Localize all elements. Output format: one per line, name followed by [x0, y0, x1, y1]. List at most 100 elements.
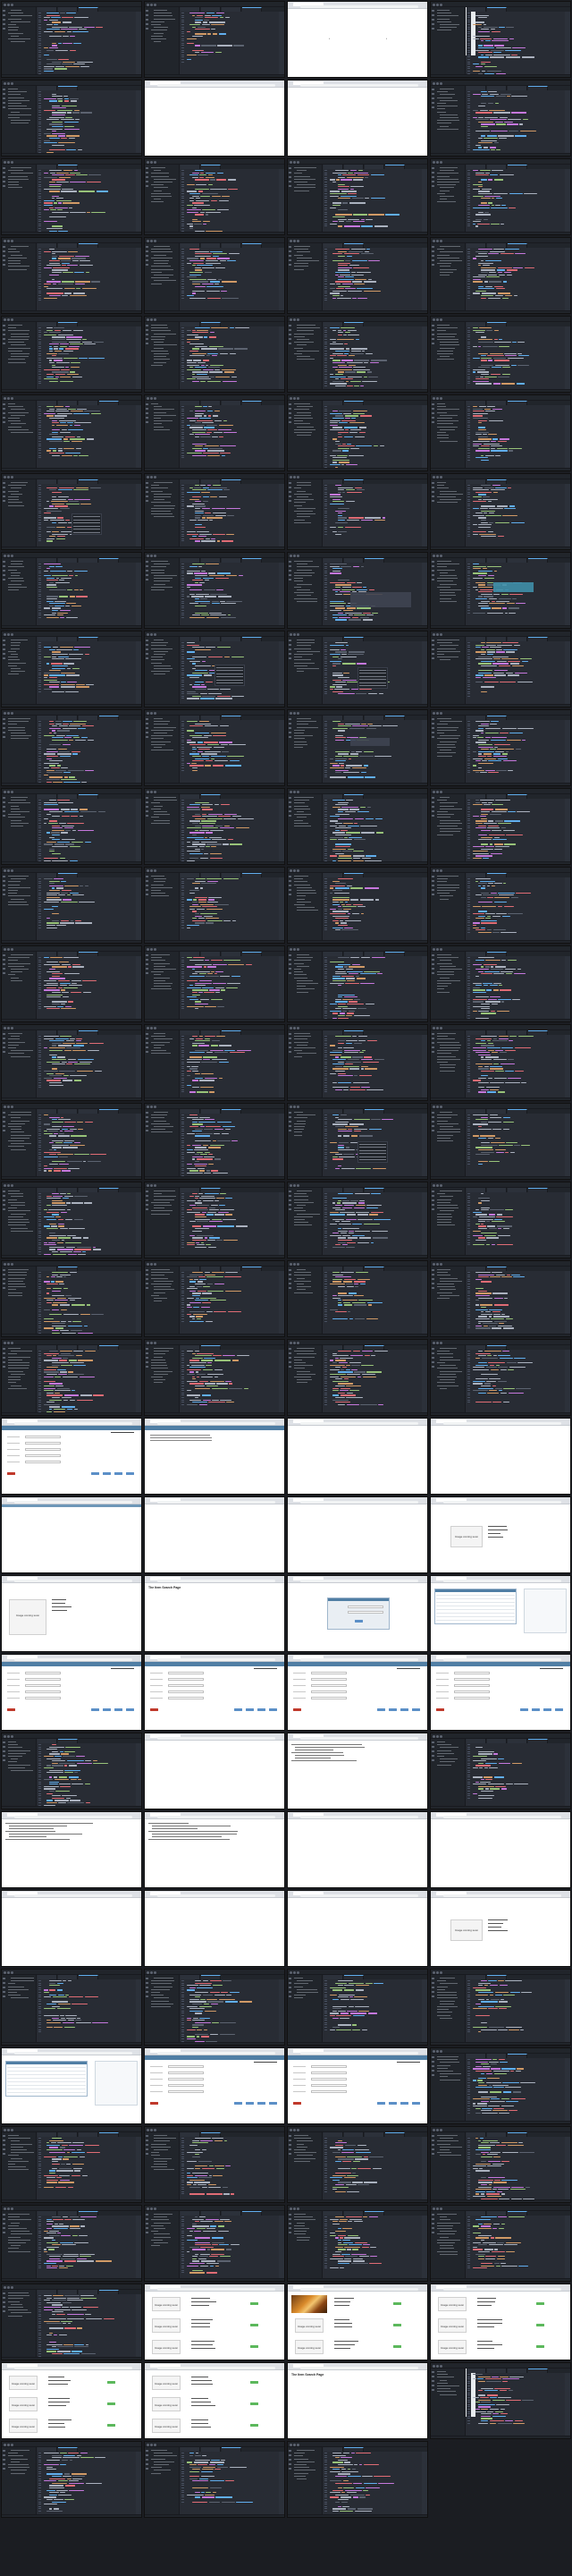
explorer-item[interactable] [154, 333, 176, 335]
minimap[interactable] [136, 405, 141, 468]
extensions-icon[interactable] [289, 264, 291, 266]
explorer-item[interactable] [151, 569, 164, 571]
minimap[interactable] [565, 484, 570, 547]
git-icon[interactable] [3, 334, 5, 335]
debug-icon[interactable] [289, 653, 291, 655]
code-editor[interactable] [324, 484, 422, 547]
explorer-item[interactable] [154, 359, 171, 360]
debug-icon[interactable] [432, 810, 434, 812]
explorer-item[interactable] [297, 406, 314, 408]
maximize-icon[interactable] [440, 396, 442, 400]
minimize-icon[interactable] [293, 869, 296, 872]
explorer-item[interactable] [297, 485, 312, 487]
explorer-item[interactable] [154, 353, 169, 354]
explorer-item[interactable] [297, 356, 310, 358]
close-icon[interactable] [147, 711, 149, 715]
explorer-item[interactable] [11, 800, 26, 801]
maximize-icon[interactable] [11, 81, 13, 85]
explorer-item[interactable] [440, 895, 454, 897]
close-icon[interactable] [433, 632, 435, 636]
close-icon[interactable] [433, 711, 435, 715]
files-icon[interactable] [289, 797, 291, 799]
explorer-item[interactable] [154, 805, 163, 807]
maximize-icon[interactable] [154, 396, 156, 400]
close-icon[interactable] [147, 869, 149, 872]
minimap[interactable] [279, 720, 284, 783]
autocomplete-item[interactable] [359, 679, 386, 681]
explorer-item[interactable] [294, 800, 310, 801]
git-icon[interactable] [289, 727, 291, 729]
explorer-item[interactable] [151, 487, 169, 489]
maximize-icon[interactable] [154, 239, 156, 242]
explorer-item[interactable] [440, 721, 463, 723]
extensions-icon[interactable] [146, 185, 148, 187]
explorer-item[interactable] [297, 496, 308, 497]
minimize-icon[interactable] [150, 869, 153, 872]
extensions-icon[interactable] [432, 894, 434, 895]
minimize-icon[interactable] [436, 869, 439, 872]
explorer-item[interactable] [294, 659, 312, 661]
autocomplete-item[interactable] [359, 673, 386, 674]
explorer-item[interactable] [297, 251, 310, 253]
explorer-item[interactable] [151, 735, 173, 737]
maximize-icon[interactable] [11, 869, 13, 872]
explorer-item[interactable] [437, 580, 454, 582]
explorer-item[interactable] [297, 817, 307, 818]
minimize-icon[interactable] [436, 160, 439, 164]
code-editor[interactable] [467, 12, 565, 74]
code-editor[interactable] [38, 563, 136, 625]
autocomplete-item[interactable] [73, 529, 100, 530]
debug-icon[interactable] [146, 732, 148, 733]
minimize-icon[interactable] [150, 160, 153, 164]
explorer-item[interactable] [151, 35, 163, 37]
explorer-item[interactable] [294, 519, 306, 521]
explorer-item[interactable] [11, 738, 29, 740]
minimize-icon[interactable] [7, 160, 10, 164]
explorer-item[interactable] [297, 726, 319, 728]
explorer-item[interactable] [294, 805, 309, 807]
explorer-item[interactable] [437, 423, 454, 425]
explorer-item[interactable] [294, 502, 307, 504]
explorer-item[interactable] [154, 18, 176, 20]
explorer-item[interactable] [437, 437, 450, 439]
explorer-item[interactable] [8, 721, 29, 723]
minimap[interactable] [565, 248, 570, 310]
git-icon[interactable] [432, 19, 434, 21]
explorer-item[interactable] [440, 356, 450, 358]
explorer-item[interactable] [11, 977, 19, 979]
files-icon[interactable] [3, 89, 5, 90]
explorer-item[interactable] [154, 420, 172, 422]
minimap[interactable] [565, 12, 570, 74]
explorer-item[interactable] [8, 974, 16, 976]
explorer-item[interactable] [437, 586, 450, 588]
debug-icon[interactable] [146, 653, 148, 655]
explorer-item[interactable] [11, 335, 30, 337]
minimap[interactable] [422, 799, 427, 861]
explorer-item[interactable] [8, 266, 30, 267]
explorer-item[interactable] [8, 187, 23, 189]
search-icon[interactable] [3, 644, 5, 646]
extensions-icon[interactable] [289, 421, 291, 423]
explorer-item[interactable] [297, 893, 317, 894]
explorer-item[interactable] [437, 353, 454, 354]
explorer-item[interactable] [437, 21, 452, 22]
explorer-item[interactable] [297, 718, 312, 719]
code-editor[interactable] [467, 90, 565, 153]
explorer-item[interactable] [154, 747, 163, 748]
files-icon[interactable] [3, 718, 5, 720]
git-icon[interactable] [3, 648, 5, 650]
maximize-icon[interactable] [11, 3, 13, 6]
explorer-item[interactable] [8, 27, 20, 29]
close-icon[interactable] [290, 475, 292, 479]
minimap[interactable] [136, 799, 141, 861]
extensions-icon[interactable] [289, 579, 291, 580]
explorer-item[interactable] [294, 432, 313, 433]
address-bar[interactable] [300, 84, 418, 87]
explorer-item[interactable] [297, 671, 304, 673]
explorer-item[interactable] [11, 333, 29, 335]
explorer-item[interactable] [440, 822, 462, 824]
files-icon[interactable] [146, 797, 148, 799]
explorer-item[interactable] [8, 99, 30, 101]
git-icon[interactable] [289, 570, 291, 572]
explorer-item[interactable] [297, 907, 315, 909]
